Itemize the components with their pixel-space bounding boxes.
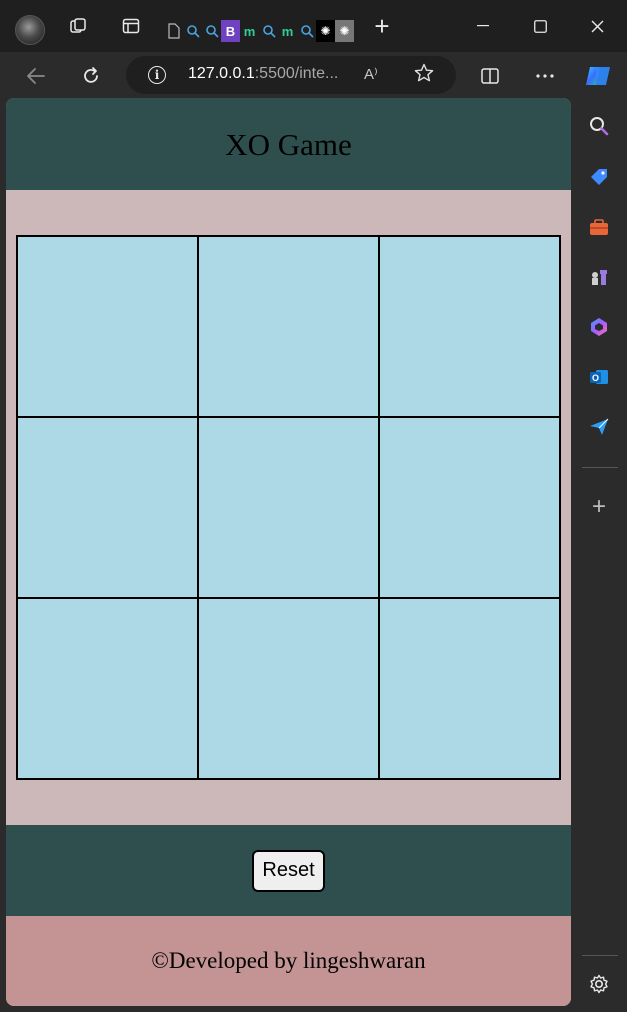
tag-icon[interactable] — [586, 164, 612, 190]
board-cell-6[interactable] — [379, 417, 560, 598]
board-cell-2[interactable] — [198, 236, 379, 417]
back-button[interactable] — [22, 62, 50, 90]
workspaces-icon[interactable] — [68, 16, 88, 36]
search-icon[interactable] — [259, 20, 278, 42]
search-icon[interactable] — [586, 113, 612, 139]
page-header: XO Game — [6, 98, 571, 190]
toolbox-icon[interactable] — [586, 214, 612, 240]
new-tab-icon[interactable]: + — [372, 11, 392, 41]
m-icon[interactable]: m — [278, 20, 297, 42]
browser-window: B m m ✺ ✺ + i 127.0.0.1:5500/inte... A⁾ … — [0, 0, 627, 1012]
close-button[interactable] — [575, 10, 619, 42]
m-icon[interactable]: m — [240, 20, 259, 42]
openai-icon[interactable]: ✺ — [335, 20, 354, 42]
sidebar-divider — [582, 955, 618, 956]
navigation-bar: i 127.0.0.1:5500/inte... A⁾ — [0, 52, 627, 98]
page-title: XO Game — [225, 127, 352, 162]
board-cell-9[interactable] — [379, 598, 560, 779]
board-cell-5[interactable] — [198, 417, 379, 598]
board-cell-8[interactable] — [198, 598, 379, 779]
game-board — [16, 235, 561, 780]
more-options-icon[interactable] — [531, 62, 559, 90]
board-cell-3[interactable] — [379, 236, 560, 417]
copilot-m365-icon[interactable] — [586, 314, 612, 340]
copilot-icon[interactable] — [584, 62, 612, 90]
reset-button[interactable]: Reset — [252, 849, 325, 892]
favorite-star-icon[interactable] — [413, 62, 435, 90]
svg-text:O: O — [592, 373, 599, 383]
board-cell-1[interactable] — [17, 236, 198, 417]
page-icon[interactable] — [164, 20, 183, 42]
read-aloud-icon[interactable]: A⁾ — [364, 65, 378, 83]
maximize-button[interactable] — [518, 10, 562, 42]
search-icon[interactable] — [297, 20, 316, 42]
minimize-button[interactable] — [461, 10, 505, 42]
edge-sidebar: O + — [573, 98, 627, 1012]
controls-bar: Reset — [6, 825, 571, 916]
address-bar[interactable]: i 127.0.0.1:5500/inte... A⁾ — [126, 56, 456, 94]
split-screen-icon[interactable] — [476, 62, 504, 90]
add-icon[interactable]: + — [586, 493, 612, 520]
tab-actions-icon[interactable] — [121, 16, 141, 36]
board-cell-7[interactable] — [17, 598, 198, 779]
tab-strip: B m m ✺ ✺ — [164, 20, 354, 42]
b-icon[interactable]: B — [221, 20, 240, 42]
chess-icon[interactable] — [586, 264, 612, 290]
footer-credit: ©Developed by lingeshwaran — [151, 948, 426, 973]
settings-gear-icon[interactable] — [586, 971, 612, 997]
outlook-icon[interactable]: O — [586, 364, 612, 390]
sidebar-divider — [582, 467, 618, 468]
send-icon[interactable] — [586, 414, 612, 440]
page-footer: ©Developed by lingeshwaran — [6, 916, 571, 1006]
search-icon[interactable] — [202, 20, 221, 42]
title-bar: B m m ✺ ✺ + — [0, 0, 627, 52]
board-cell-4[interactable] — [17, 417, 198, 598]
refresh-button[interactable] — [77, 62, 105, 90]
profile-avatar[interactable] — [15, 15, 45, 45]
search-icon[interactable] — [183, 20, 202, 42]
page-viewport: XO Game Reset ©Developed by lingeshwaran — [6, 98, 571, 1006]
site-info-icon[interactable]: i — [148, 66, 166, 84]
url-text[interactable]: 127.0.0.1:5500/inte... — [188, 65, 338, 83]
openai-icon[interactable]: ✺ — [316, 20, 335, 42]
